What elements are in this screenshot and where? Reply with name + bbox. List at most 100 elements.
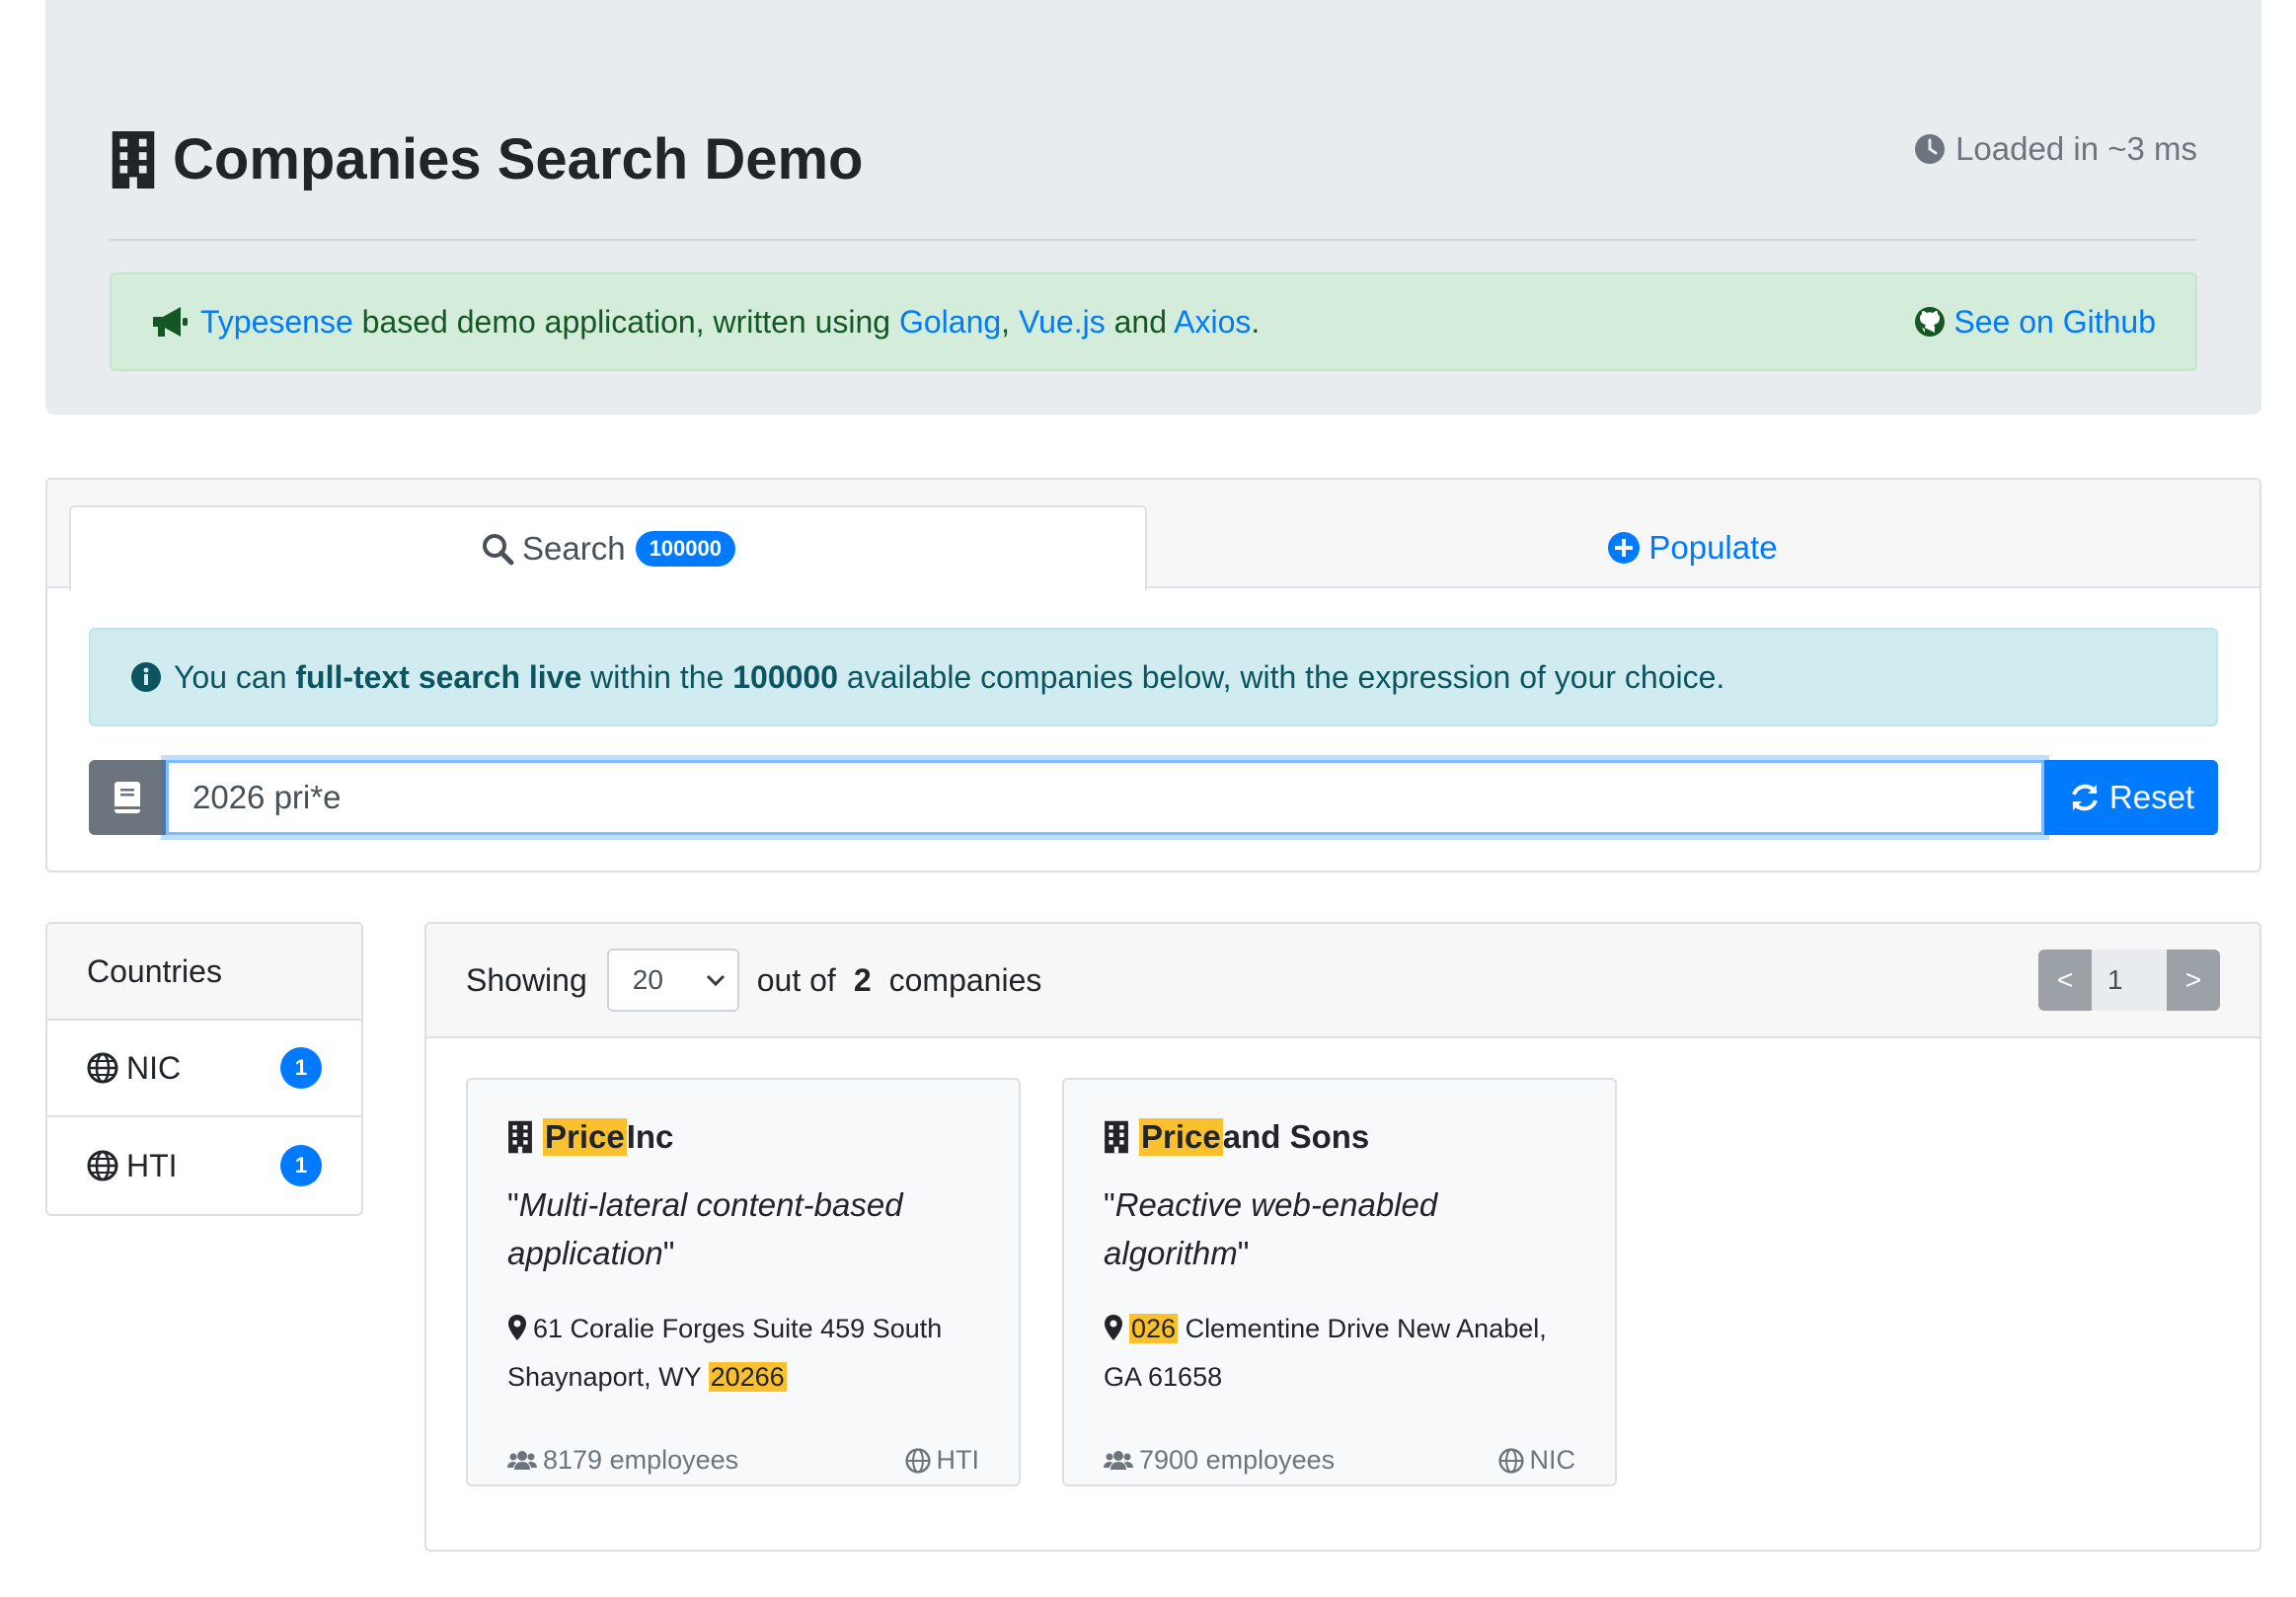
- quote-mark: ": [507, 1186, 519, 1223]
- company-name: Price and Sons: [1104, 1117, 1575, 1157]
- info-count: 100000: [732, 658, 839, 695]
- tab-bar: Search 100000 Populate: [47, 480, 2259, 590]
- info-banner: Typesense based demo application, writte…: [110, 272, 2197, 371]
- building-icon: [507, 1120, 543, 1154]
- megaphone-icon: [151, 305, 200, 339]
- employees-count: 7900 employees: [1139, 1445, 1336, 1475]
- globe-icon: [904, 1447, 937, 1474]
- map-marker-icon: [1104, 1305, 1129, 1353]
- tab-populate-label: Populate: [1648, 529, 1778, 566]
- reset-button[interactable]: Reset: [2044, 760, 2218, 835]
- catch-phrase-text: Reactive web-enabled algorithm: [1104, 1186, 1438, 1271]
- country-code: HTI: [936, 1445, 980, 1475]
- card-country: HTI: [904, 1445, 980, 1476]
- globe-icon: [1497, 1447, 1530, 1474]
- info-text: available companies below, with the expr…: [838, 658, 1725, 695]
- card-country: NIC: [1497, 1445, 1576, 1476]
- search-info-alert: You can full-text search live within the…: [89, 628, 2218, 726]
- page-title: Companies Search Demo: [173, 127, 864, 191]
- company-name: Price Inc: [507, 1117, 979, 1157]
- country-item-nic[interactable]: NIC 1: [47, 1021, 361, 1117]
- quote-mark: ": [662, 1235, 675, 1271]
- company-card: Price and Sons "Reactive web-enabled alg…: [1062, 1078, 1617, 1486]
- per-page-value: 20: [632, 964, 663, 995]
- country-name: NIC: [126, 1049, 182, 1086]
- load-time-text: Loaded in ~3 ms: [1955, 130, 2197, 167]
- country-code: NIC: [1529, 1445, 1576, 1475]
- globe-icon: [87, 1150, 126, 1181]
- per-page-select[interactable]: 20: [606, 949, 739, 1012]
- reset-button-label: Reset: [2108, 779, 2195, 815]
- results-header: Showing 20 out of 2 companies < 1 >: [426, 924, 2259, 1038]
- search-icon: [481, 532, 522, 566]
- address-highlight: 026: [1129, 1314, 1179, 1343]
- building-icon: [110, 130, 173, 189]
- globe-icon: [87, 1052, 126, 1084]
- quote-mark: ": [1237, 1235, 1250, 1271]
- name-rest: Inc: [626, 1118, 674, 1155]
- search-input[interactable]: [166, 760, 2044, 835]
- banner-comma: ,: [1001, 303, 1019, 340]
- banner-and: and: [1105, 303, 1175, 340]
- banner-text: based demo application, written using: [352, 303, 899, 340]
- search-addon: [89, 760, 166, 835]
- plus-circle-icon: [1607, 531, 1648, 565]
- country-count-badge: 1: [280, 1047, 322, 1089]
- info-text: within the: [581, 658, 733, 695]
- countries-facet: Countries NIC 1 HTI 1: [45, 922, 363, 1216]
- name-highlight: Price: [1139, 1118, 1223, 1156]
- typesense-link[interactable]: Typesense: [200, 304, 353, 340]
- results-total: 2: [853, 961, 872, 998]
- golang-link[interactable]: Golang: [899, 304, 1001, 340]
- github-link-label: See on Github: [1953, 303, 2156, 340]
- companies-label: companies: [888, 961, 1042, 998]
- catch-phrase: "Reactive web-enabled algorithm": [1104, 1180, 1575, 1277]
- info-text: You can: [174, 658, 296, 695]
- github-link[interactable]: See on Github: [1914, 304, 2156, 341]
- pagination: < 1 >: [2038, 950, 2220, 1011]
- refresh-icon: [2068, 781, 2109, 814]
- catch-phrase: "Multi-lateral content-based application…: [507, 1180, 979, 1277]
- banner-period: .: [1251, 303, 1261, 340]
- chevron-down-icon: [706, 973, 726, 987]
- info-bold: full-text search live: [295, 658, 582, 695]
- card-footer: 8179 employees HTI: [507, 1445, 979, 1476]
- clock-icon: [1914, 133, 1955, 165]
- jumbotron: Companies Search Demo Loaded in ~3 ms Ty…: [45, 0, 2261, 415]
- company-address: 61 Coralie Forges Suite 459 South Shayna…: [507, 1305, 979, 1402]
- search-input-group: Reset: [89, 760, 2218, 835]
- company-card: Price Inc "Multi-lateral content-based a…: [466, 1078, 1021, 1486]
- results-panel: Showing 20 out of 2 companies < 1 > Pric…: [424, 922, 2261, 1552]
- tab-search[interactable]: Search 100000: [69, 505, 1147, 590]
- country-name: HTI: [126, 1147, 178, 1183]
- prev-page-button[interactable]: <: [2038, 950, 2092, 1011]
- countries-header: Countries: [47, 924, 361, 1021]
- tab-populate[interactable]: Populate: [1147, 505, 2238, 590]
- catch-phrase-text: Multi-lateral content-based application: [507, 1186, 903, 1271]
- page-title-row: Companies Search Demo: [110, 126, 863, 192]
- company-address: 026 Clementine Drive New Anabel, GA 6165…: [1104, 1305, 1575, 1402]
- country-item-hti[interactable]: HTI 1: [47, 1117, 361, 1214]
- name-rest: and Sons: [1222, 1118, 1370, 1155]
- out-of-label: out of: [756, 961, 836, 998]
- employees: 8179 employees: [507, 1445, 738, 1476]
- info-icon: [130, 661, 174, 693]
- load-time: Loaded in ~3 ms: [1914, 130, 2197, 168]
- book-icon: [113, 781, 142, 814]
- tab-search-label: Search: [522, 530, 626, 567]
- search-count-badge: 100000: [635, 531, 735, 567]
- axios-link[interactable]: Axios: [1174, 304, 1251, 340]
- vuejs-link[interactable]: Vue.js: [1019, 304, 1106, 340]
- map-marker-icon: [507, 1305, 533, 1353]
- page-number-input[interactable]: 1: [2092, 950, 2167, 1011]
- employees-count: 8179 employees: [543, 1445, 739, 1475]
- users-icon: [1104, 1448, 1139, 1474]
- country-count-badge: 1: [280, 1145, 322, 1186]
- github-icon: [1914, 306, 1953, 338]
- employees: 7900 employees: [1104, 1445, 1335, 1476]
- next-page-button[interactable]: >: [2167, 950, 2220, 1011]
- search-card: Search 100000 Populate You can full-text…: [45, 478, 2261, 873]
- showing-label: Showing: [466, 961, 587, 998]
- quote-mark: ": [1104, 1186, 1115, 1223]
- name-highlight: Price: [543, 1118, 627, 1156]
